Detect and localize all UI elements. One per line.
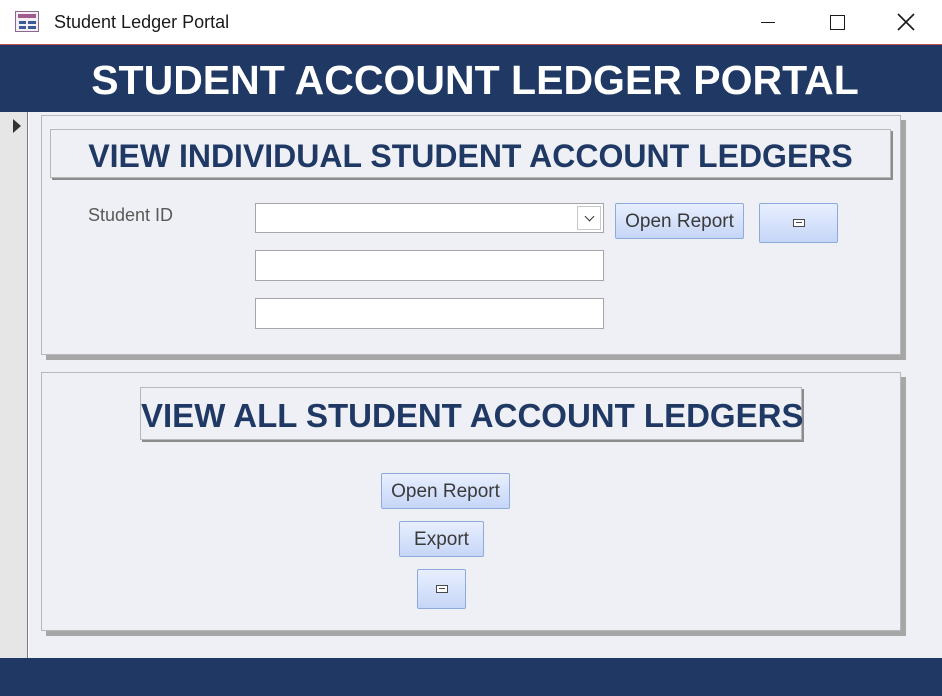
window-title-bar: Student Ledger Portal [0, 0, 942, 44]
email-icon [435, 585, 448, 593]
student-id-dropdown-button[interactable] [577, 206, 601, 230]
student-id-label: Student ID [88, 205, 174, 225]
student-detail-field[interactable] [255, 298, 604, 329]
open-all-report-button[interactable]: Open Report [381, 473, 510, 509]
portal-footer [0, 658, 942, 696]
window-title: Student Ledger Portal [54, 12, 230, 32]
individual-ledger-heading: VIEW INDIVIDUAL STUDENT ACCOUNT LEDGERS [50, 129, 891, 178]
chevron-down-icon [584, 211, 594, 221]
close-button[interactable] [872, 0, 940, 44]
open-individual-report-button[interactable]: Open Report [615, 203, 744, 239]
student-id-combobox[interactable] [255, 203, 604, 233]
portal-header: STUDENT ACCOUNT LEDGER PORTAL [0, 44, 942, 112]
portal-title: STUDENT ACCOUNT LEDGER PORTAL [91, 57, 859, 103]
record-selector[interactable] [0, 112, 28, 658]
minimize-icon [761, 21, 775, 23]
access-form-icon [15, 11, 39, 32]
export-button[interactable]: Export [399, 521, 484, 557]
all-ledgers-heading: VIEW ALL STUDENT ACCOUNT LEDGERS [140, 387, 803, 440]
student-name-field[interactable] [255, 250, 604, 281]
email-icon [792, 219, 805, 227]
minimize-button[interactable] [734, 0, 802, 44]
current-record-arrow-icon [13, 119, 21, 133]
email-individual-report-button[interactable] [759, 203, 838, 243]
close-icon [897, 13, 915, 31]
maximize-icon [829, 14, 845, 30]
email-all-report-button[interactable] [417, 569, 466, 609]
maximize-button[interactable] [803, 0, 871, 44]
